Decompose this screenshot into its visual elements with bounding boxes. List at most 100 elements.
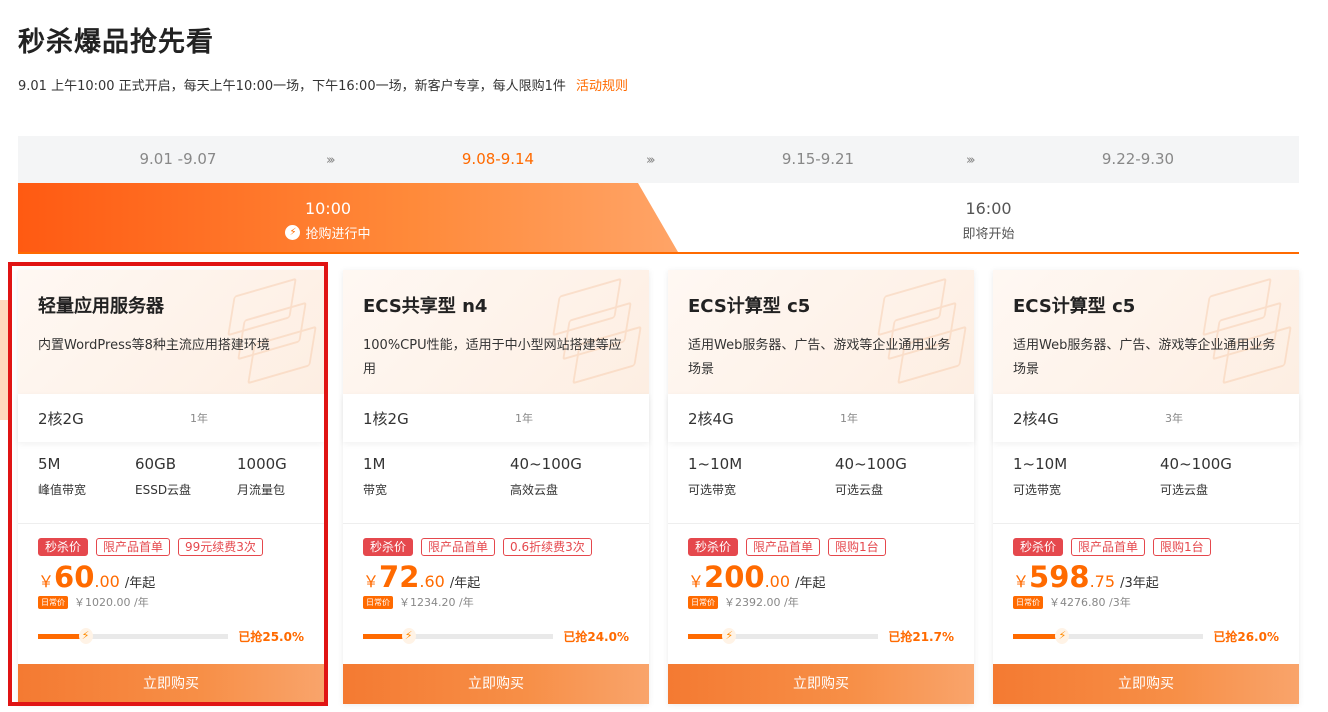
price-unit: /3年起 xyxy=(1120,576,1159,591)
chevron-right-icon: ››› xyxy=(966,153,975,168)
side-accent xyxy=(0,300,8,420)
buy-now-button[interactable]: 立即购买 xyxy=(668,664,974,704)
time-slot-status: ⚡ 抢购进行中 xyxy=(18,223,638,242)
card-header: ECS共享型 n4 100%CPU性能，适用于中小型网站搭建等应用 xyxy=(343,270,649,394)
progress-track: ⚡ xyxy=(38,628,228,644)
card-title: 轻量应用服务器 xyxy=(38,296,164,317)
price-area: 秒杀价 限产品首单 0.6折续费3次 ￥72.60 /年起 日常价 ￥1234.… xyxy=(343,524,649,664)
price-area: 秒杀价 限产品首单 限购1台 ￥200.00 /年起 日常价 ￥2392.00 … xyxy=(668,524,974,664)
feature-label: 峰值带宽 xyxy=(38,483,87,497)
time-slot-time: 10:00 xyxy=(304,199,352,218)
price-decimal: .00 xyxy=(764,572,791,591)
price: ￥200.00 /年起 xyxy=(688,560,954,594)
card-desc: 适用Web服务器、广告、游戏等企业通用业务场景 xyxy=(1013,338,1276,377)
buy-now-button[interactable]: 立即购买 xyxy=(18,664,324,704)
price-currency: ￥ xyxy=(688,572,705,591)
feature: 1M 带宽 xyxy=(363,455,510,523)
feature-value: 1~10M xyxy=(688,455,743,473)
price-integer: 72 xyxy=(379,560,420,594)
feature-value: 40~100G xyxy=(1160,455,1232,473)
tag-flash-price: 秒杀价 xyxy=(1013,538,1064,556)
spec-config: 2核4G xyxy=(1013,409,1059,428)
time-slot-status-text: 即将开始 xyxy=(962,227,1015,242)
tag: 限产品首单 xyxy=(96,538,171,556)
spec-term: 1年 xyxy=(840,412,858,425)
tag: 限产品首单 xyxy=(1071,538,1146,556)
feature-value: 40~100G xyxy=(510,455,582,473)
feature-label: 可选带宽 xyxy=(688,483,737,497)
feature: 40~100G 可选云盘 xyxy=(835,455,907,523)
feature-label: 可选带宽 xyxy=(1013,483,1062,497)
original-price-value: ￥1020.00 /年 xyxy=(74,596,149,609)
price-integer: 598 xyxy=(1029,560,1090,594)
spec-term: 1年 xyxy=(190,412,208,425)
price-decimal: .75 xyxy=(1089,572,1116,591)
feature-value: 1~10M xyxy=(1013,455,1068,473)
tag-list: 秒杀价 限产品首单 限购1台 xyxy=(688,538,954,556)
regular-price-tag: 日常价 xyxy=(1013,595,1043,609)
original-price: 日常价 ￥2392.00 /年 xyxy=(688,594,954,610)
product-card: ECS共享型 n4 100%CPU性能，适用于中小型网站搭建等应用 1核2G 1… xyxy=(343,270,649,704)
feature-row: 1M 带宽 40~100G 高效云盘 xyxy=(343,442,649,524)
card-header: ECS计算型 c5 适用Web服务器、广告、游戏等企业通用业务场景 xyxy=(993,270,1299,394)
original-price-value: ￥1234.20 /年 xyxy=(399,596,474,609)
lightning-icon: ⚡ xyxy=(285,225,301,240)
tag-list: 秒杀价 限产品首单 限购1台 xyxy=(1013,538,1279,556)
sales-progress: ⚡ 已抢21.7% xyxy=(688,628,954,645)
price-currency: ￥ xyxy=(1013,572,1030,591)
activity-description: 9.01 上午10:00 正式开启，每天上午10:00一场，下午16:00一场，… xyxy=(18,79,566,94)
card-desc: 内置WordPress等8种主流应用搭建环境 xyxy=(38,338,270,353)
original-price: 日常价 ￥1234.20 /年 xyxy=(363,594,629,610)
tag-flash-price: 秒杀价 xyxy=(363,538,414,556)
feature-value: 5M xyxy=(38,455,61,473)
card-title: ECS共享型 n4 xyxy=(363,296,488,317)
spec-config: 2核2G xyxy=(38,409,84,428)
time-slot-16[interactable]: 16:00 即将开始 xyxy=(678,183,1299,252)
week-tab-2[interactable]: 9.08-9.14 xyxy=(398,136,598,183)
chevron-right-icon: ››› xyxy=(646,153,655,168)
activity-rules-link[interactable]: 活动规则 xyxy=(576,79,628,94)
price-decimal: .00 xyxy=(94,572,120,591)
week-tab-4[interactable]: 9.22-9.30 xyxy=(1038,136,1238,183)
spec-term: 1年 xyxy=(515,412,533,425)
regular-price-tag: 日常价 xyxy=(688,595,718,609)
feature-value: 60GB xyxy=(135,455,177,473)
buy-now-button[interactable]: 立即购买 xyxy=(343,664,649,704)
week-tabs: 9.01 -9.07 ››› 9.08-9.14 ››› 9.15-9.21 ›… xyxy=(18,136,1299,183)
feature-label: 可选云盘 xyxy=(1160,483,1209,497)
product-card: ECS计算型 c5 适用Web服务器、广告、游戏等企业通用业务场景 2核4G 3… xyxy=(993,270,1299,704)
time-slot-status: 即将开始 xyxy=(678,223,1299,242)
feature-label: 可选云盘 xyxy=(835,483,884,497)
week-tab-3[interactable]: 9.15-9.21 xyxy=(718,136,918,183)
original-price-value: ￥2392.00 /年 xyxy=(724,596,799,609)
tag: 限购1台 xyxy=(828,538,886,556)
price: ￥598.75 /3年起 xyxy=(1013,560,1279,594)
week-tab-1[interactable]: 9.01 -9.07 xyxy=(78,136,278,183)
feature-label: 高效云盘 xyxy=(510,483,559,497)
product-card: ECS计算型 c5 适用Web服务器、广告、游戏等企业通用业务场景 2核4G 1… xyxy=(668,270,974,704)
feature-label: 月流量包 xyxy=(237,483,286,497)
buy-now-button[interactable]: 立即购买 xyxy=(993,664,1299,704)
lightning-icon: ⚡ xyxy=(1055,628,1070,644)
spec-term: 3年 xyxy=(1165,412,1183,425)
lightning-icon: ⚡ xyxy=(722,628,737,644)
card-desc: 适用Web服务器、广告、游戏等企业通用业务场景 xyxy=(688,338,951,377)
progress-text: 已抢25.0% xyxy=(238,630,304,644)
tag: 限产品首单 xyxy=(421,538,496,556)
tag-flash-price: 秒杀价 xyxy=(38,538,89,556)
regular-price-tag: 日常价 xyxy=(38,595,68,609)
time-slot-10[interactable]: 10:00 ⚡ 抢购进行中 xyxy=(18,183,638,252)
tag: 限购1台 xyxy=(1153,538,1211,556)
feature: 1~10M 可选带宽 xyxy=(688,455,835,523)
progress-text: 已抢24.0% xyxy=(563,630,629,644)
feature-value: 1M xyxy=(363,455,386,473)
price-unit: /年起 xyxy=(449,576,481,591)
spec-row: 2核2G 1年 xyxy=(18,394,324,442)
spec-row: 2核4G 1年 xyxy=(668,394,974,442)
progress-text: 已抢21.7% xyxy=(888,630,954,644)
time-slot-time: 16:00 xyxy=(965,199,1012,218)
tag-flash-price: 秒杀价 xyxy=(688,538,739,556)
sales-progress: ⚡ 已抢26.0% xyxy=(1013,628,1279,645)
tag: 99元续费3次 xyxy=(178,538,263,556)
tag: 限产品首单 xyxy=(746,538,821,556)
